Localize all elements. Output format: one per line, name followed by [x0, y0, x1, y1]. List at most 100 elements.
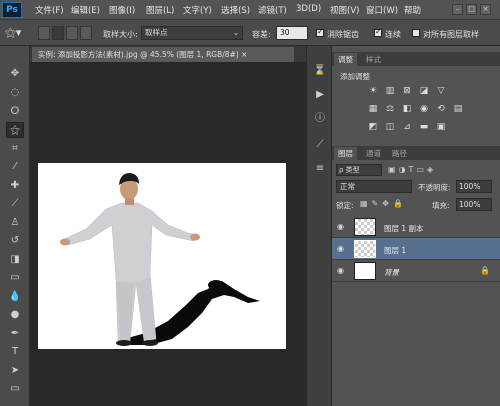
eye-icon[interactable]: ◉	[337, 222, 344, 231]
canvas-image	[59, 173, 260, 346]
gradient-map-icon[interactable]: ▬	[418, 122, 430, 132]
hue-saturation-icon[interactable]: ▦	[367, 104, 379, 114]
close-button[interactable]: ×	[480, 4, 491, 15]
panel-icon-column: ⌛ ▶ ⓘ ⟋ ≡	[306, 46, 332, 406]
toolbox: ✥ ◌ ⵔ ⚝ ⌗ ⁄ ✚ ⟋ ♙ ↺ ◨ ▭ 💧 ● ✒ T ➤ ▭	[0, 46, 30, 406]
gradient-tool-icon[interactable]: ▭	[6, 270, 24, 286]
document-tab[interactable]: 实例: 添加投影方法(素材).jpg @ 45.5% (图层 1, RGB/8#…	[32, 47, 294, 62]
maximize-button[interactable]: □	[466, 4, 477, 15]
contiguous-checkbox[interactable]	[374, 27, 382, 37]
history-brush-tool-icon[interactable]: ↺	[6, 233, 24, 249]
vibrance-icon[interactable]: ▽	[435, 86, 447, 96]
color-balance-icon[interactable]: ⚖	[384, 104, 396, 114]
actions-panel-icon[interactable]: ▶	[312, 88, 328, 102]
menu-layer[interactable]: 图层(L)	[146, 4, 174, 16]
opacity-label: 不透明度:	[418, 183, 451, 192]
posterize-icon[interactable]: ◫	[384, 122, 396, 132]
layer-row-background[interactable]: ◉ 背景 🔒	[332, 260, 500, 282]
invert-icon[interactable]: ◩	[367, 122, 379, 132]
path-selection-tool-icon[interactable]: ➤	[6, 363, 24, 379]
photoshop-logo: Ps	[2, 2, 22, 18]
magic-wand-tool-preset-icon[interactable]: ⚝▾	[5, 26, 33, 40]
move-tool-icon[interactable]: ✥	[6, 66, 24, 82]
blend-mode-select[interactable]: 正常	[336, 180, 412, 193]
minimize-button[interactable]: –	[452, 4, 463, 15]
menu-help[interactable]: 帮助	[404, 4, 421, 16]
brightness-icon[interactable]: ☀	[367, 86, 379, 96]
layer-row-selected[interactable]: ◉ 图层 1	[332, 238, 500, 260]
menu-file[interactable]: 文件(F)	[35, 4, 64, 16]
exposure-icon[interactable]: ◪	[418, 86, 430, 96]
clone-stamp-tool-icon[interactable]: ♙	[6, 215, 24, 231]
info-panel-icon[interactable]: ⓘ	[312, 112, 328, 126]
fill-label: 填充:	[432, 201, 450, 210]
tab-channels[interactable]: 通道	[362, 147, 385, 160]
rectangle-tool-icon[interactable]: ▭	[6, 381, 24, 397]
tab-paths[interactable]: 路径	[388, 147, 411, 160]
new-selection-icon[interactable]	[38, 26, 50, 40]
magic-wand-tool-icon[interactable]: ⚝	[6, 122, 24, 138]
layer-name[interactable]: 图层 1 副本	[384, 223, 424, 234]
tolerance-input[interactable]: 30	[276, 26, 308, 40]
eye-icon[interactable]: ◉	[337, 266, 344, 275]
layer-filter-icons[interactable]: ▣◑T▭◈	[388, 165, 488, 175]
subtract-selection-icon[interactable]	[66, 26, 78, 40]
sample-size-value: 取样点	[145, 28, 168, 37]
black-white-icon[interactable]: ◧	[401, 104, 413, 114]
all-layers-checkbox[interactable]	[412, 29, 420, 37]
intersect-selection-icon[interactable]	[80, 26, 92, 40]
selective-color-icon[interactable]: ▣	[435, 122, 447, 132]
blur-tool-icon[interactable]: 💧	[6, 289, 24, 305]
tolerance-label: 容差:	[252, 30, 271, 39]
history-panel-icon[interactable]: ⌛	[312, 64, 328, 78]
threshold-icon[interactable]: ⊿	[401, 122, 413, 132]
opacity-input[interactable]: 100%	[456, 180, 492, 193]
properties-panel-icon[interactable]: ≡	[312, 162, 328, 176]
add-selection-icon[interactable]	[52, 26, 64, 40]
lock-label: 锁定:	[336, 201, 354, 210]
menu-view[interactable]: 视图(V)	[330, 4, 359, 16]
layer-name[interactable]: 背景	[384, 267, 399, 278]
menu-edit[interactable]: 编辑(E)	[71, 4, 100, 16]
antialias-checkbox[interactable]	[316, 27, 324, 37]
lock-icons[interactable]: ▦✎✥🔒	[360, 199, 418, 209]
crop-tool-icon[interactable]: ⌗	[6, 141, 24, 157]
curves-icon[interactable]: ⊠	[401, 86, 413, 96]
layers-tab-strip: 图层 通道 路径	[332, 146, 500, 160]
photo-filter-icon[interactable]: ◉	[418, 104, 430, 114]
tab-layers[interactable]: 图层	[334, 147, 357, 160]
layer-thumbnail	[354, 262, 376, 280]
brush-panel-icon[interactable]: ⟋	[312, 138, 328, 152]
lasso-tool-icon[interactable]: ⵔ	[6, 104, 24, 120]
marquee-tool-icon[interactable]: ◌	[6, 85, 24, 101]
eyedropper-tool-icon[interactable]: ⁄	[6, 159, 24, 175]
blend-mode-value: 正常	[340, 182, 355, 191]
dodge-tool-icon[interactable]: ●	[6, 307, 24, 323]
eye-icon[interactable]: ◉	[337, 244, 344, 253]
pen-tool-icon[interactable]: ✒	[6, 326, 24, 342]
layer-thumbnail	[354, 218, 376, 236]
type-tool-icon[interactable]: T	[6, 344, 24, 360]
layer-row[interactable]: ◉ 图层 1 副本	[332, 216, 500, 238]
sample-size-label: 取样大小:	[103, 30, 138, 39]
healing-brush-tool-icon[interactable]: ✚	[6, 178, 24, 194]
brush-tool-icon[interactable]: ⟋	[6, 196, 24, 212]
levels-icon[interactable]: ▥	[384, 86, 396, 96]
menu-filter[interactable]: 滤镜(T)	[258, 4, 287, 16]
menu-window[interactable]: 窗口(W)	[366, 4, 398, 16]
menu-image[interactable]: 图像(I)	[109, 4, 135, 16]
tab-styles[interactable]: 样式	[362, 53, 385, 66]
menu-type[interactable]: 文字(Y)	[183, 4, 212, 16]
tab-adjustments[interactable]: 调整	[334, 53, 357, 66]
color-lookup-icon[interactable]: ▤	[452, 104, 464, 114]
menu-3d[interactable]: 3D(D)	[296, 4, 321, 14]
canvas[interactable]	[38, 163, 286, 349]
fill-input[interactable]: 100%	[456, 198, 492, 211]
all-layers-label: 对所有图层取样	[423, 30, 479, 39]
layer-name[interactable]: 图层 1	[384, 245, 406, 256]
sample-size-select[interactable]: 取样点 ⌄	[141, 26, 243, 40]
channel-mixer-icon[interactable]: ⟲	[435, 104, 447, 114]
eraser-tool-icon[interactable]: ◨	[6, 252, 24, 268]
layer-kind-filter[interactable]: ρ 类型	[336, 164, 382, 176]
menu-select[interactable]: 选择(S)	[221, 4, 250, 16]
